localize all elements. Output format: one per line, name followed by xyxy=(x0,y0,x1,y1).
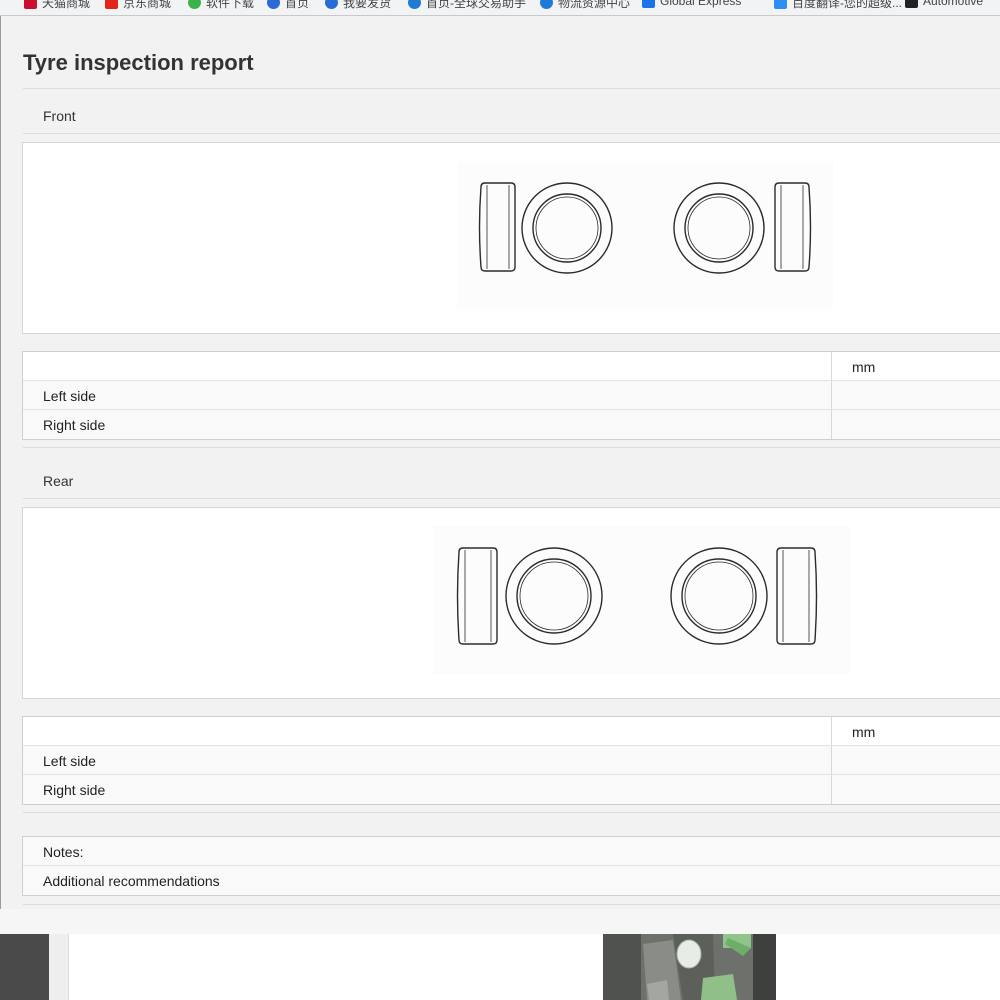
bookmark-item[interactable]: 首页-全球交易助手 xyxy=(408,0,526,11)
recommendations-label: Additional recommendations xyxy=(43,873,220,889)
rear-tyres-illustration xyxy=(433,526,851,674)
bookmark-label: 百度翻译-您的超级... xyxy=(792,0,902,10)
row-label-left-side: Left side xyxy=(43,753,96,769)
bookmark-favicon-icon xyxy=(188,0,201,9)
bookmark-label: 天猫商城 xyxy=(42,0,91,10)
divider xyxy=(23,133,1000,134)
recommendations-row[interactable]: Additional recommendations xyxy=(23,866,1000,895)
underlying-sidebar xyxy=(0,934,49,1000)
row-label-left-side: Left side xyxy=(43,388,96,404)
front-tyre-diagram xyxy=(22,142,1000,334)
rear-section-label: Rear xyxy=(43,473,74,489)
front-tyres-illustration xyxy=(457,161,833,309)
bookmark-favicon-icon xyxy=(408,0,421,9)
bookmark-item[interactable]: 天猫商城 xyxy=(24,0,90,11)
row-label-right-side: Right side xyxy=(43,417,106,433)
bookmark-item[interactable]: 我要发货 xyxy=(325,0,391,11)
bookmark-item[interactable]: 软件下载 xyxy=(188,0,254,11)
bookmark-item[interactable]: 首页 xyxy=(267,0,309,11)
bookmark-label: 软件下载 xyxy=(206,0,255,10)
tyre-report-panel: Tyre inspection report Front mm Left sid… xyxy=(0,16,1000,909)
table-header-row: mm xyxy=(23,352,1000,381)
bookmarks-bar: 天猫商城 京东商城 软件下载 首页 我要发货 首页-全球交易助手 物流资源中心 … xyxy=(0,0,1000,16)
bookmark-favicon-icon xyxy=(325,0,338,9)
table-row: Left side xyxy=(23,746,1000,775)
bookmark-label: 首页-全球交易助手 xyxy=(426,0,526,10)
page-title: Tyre inspection report xyxy=(23,50,254,75)
bookmark-item[interactable]: Automotive xyxy=(905,0,983,8)
divider xyxy=(23,498,1000,499)
bookmark-item[interactable]: 物流资源中心 xyxy=(540,0,630,11)
bookmark-label: 京东商城 xyxy=(123,0,172,10)
notes-label: Notes: xyxy=(43,844,84,860)
notes-table: Notes: Additional recommendations xyxy=(22,836,1000,896)
unit-header: mm xyxy=(852,724,876,740)
value-cell[interactable] xyxy=(831,775,1000,804)
unit-header: mm xyxy=(852,359,876,375)
underlying-gutter xyxy=(49,934,69,1000)
front-measurements-table: mm Left side Right side xyxy=(22,351,1000,440)
bookmark-favicon-icon xyxy=(267,0,280,9)
bookmark-label: Global Express xyxy=(660,0,742,8)
notes-row[interactable]: Notes: xyxy=(23,837,1000,866)
car-icon xyxy=(905,0,918,8)
bookmark-favicon-icon xyxy=(540,0,553,9)
rear-measurements-table: mm Left side Right side xyxy=(22,716,1000,805)
divider xyxy=(23,904,1000,905)
table-row: Right side xyxy=(23,410,1000,439)
value-cell[interactable] xyxy=(831,381,1000,409)
underlying-car-interior-image xyxy=(603,934,776,1000)
divider xyxy=(23,812,1000,813)
tyre-icon xyxy=(456,547,818,645)
table-header-row: mm xyxy=(23,717,1000,746)
table-row: Right side xyxy=(23,775,1000,804)
divider xyxy=(23,447,1000,448)
bookmark-favicon-icon xyxy=(24,0,37,9)
bookmark-label: 物流资源中心 xyxy=(558,0,631,10)
divider xyxy=(23,88,1000,89)
bookmark-item[interactable]: 京东商城 xyxy=(105,0,171,11)
bookmark-item[interactable]: 百度翻译-您的超级... xyxy=(774,0,902,11)
bookmark-favicon-icon xyxy=(774,0,787,9)
rear-tyre-diagram xyxy=(22,507,1000,699)
car-interior-image xyxy=(603,934,776,1000)
table-row: Left side xyxy=(23,381,1000,410)
tyre-icon xyxy=(478,182,812,274)
value-cell[interactable] xyxy=(831,746,1000,774)
bookmark-favicon-icon xyxy=(642,0,655,8)
underlying-page-band xyxy=(0,909,1000,934)
bookmark-label: 我要发货 xyxy=(343,0,392,10)
row-label-right-side: Right side xyxy=(43,782,106,798)
bookmark-favicon-icon xyxy=(105,0,118,9)
bookmark-label: 首页 xyxy=(285,0,310,10)
bookmark-item[interactable]: Global Express xyxy=(642,0,741,8)
bookmark-label: Automotive xyxy=(923,0,984,8)
front-section-label: Front xyxy=(43,108,76,124)
value-cell[interactable] xyxy=(831,410,1000,439)
